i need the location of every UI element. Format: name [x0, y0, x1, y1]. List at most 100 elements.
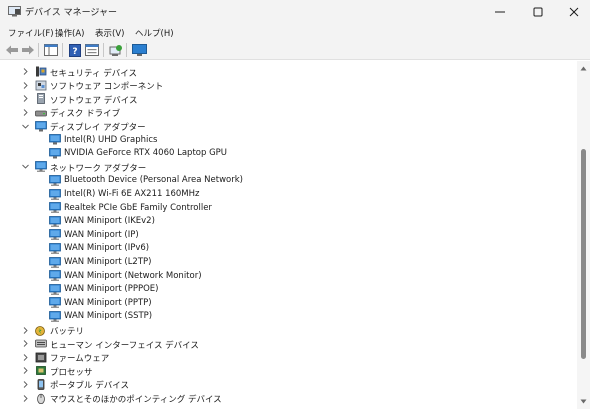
- portable-device-icon: [35, 379, 47, 390]
- menu-bar: ファイル(F) 操作(A) 表示(V) ヘルプ(H): [0, 24, 590, 40]
- tree-device[interactable]: WAN Miniport (IPv6): [0, 242, 577, 256]
- tree-category[interactable]: ソフトウェア デバイス: [0, 92, 577, 106]
- tree-device[interactable]: Intel(R) Wi-Fi 6E AX211 160MHz: [0, 187, 577, 201]
- tree-device[interactable]: WAN Miniport (Network Monitor): [0, 269, 577, 283]
- chevron-right-icon[interactable]: [21, 366, 30, 375]
- tree-item-label: WAN Miniport (PPTP): [64, 297, 152, 308]
- tree-item-label: ディスク ドライブ: [50, 109, 121, 120]
- tree-device[interactable]: WAN Miniport (IP): [0, 228, 577, 242]
- tree-item-label: プロセッサ: [50, 367, 93, 378]
- tree-category[interactable]: ディスク ドライブ: [0, 106, 577, 120]
- tree-category[interactable]: バッテリ: [0, 323, 577, 337]
- scan-hardware-button[interactable]: [108, 42, 124, 58]
- scroll-up-icon[interactable]: [580, 65, 587, 72]
- tree-category[interactable]: ネットワーク アダプター: [0, 160, 577, 174]
- close-icon: [569, 7, 579, 17]
- tree-item-label: WAN Miniport (Network Monitor): [64, 270, 202, 281]
- properties-button[interactable]: [84, 42, 100, 58]
- toolbar-separator: [62, 43, 63, 57]
- show-hide-console-tree-button[interactable]: [43, 42, 59, 58]
- tree-item-label: ヒューマン インターフェイス デバイス: [50, 340, 199, 351]
- chevron-right-icon[interactable]: [21, 81, 30, 90]
- chevron-right-icon[interactable]: [21, 108, 30, 117]
- disk-drive-icon: [35, 107, 47, 118]
- menu-file[interactable]: ファイル(F): [8, 27, 54, 39]
- chevron-right-icon[interactable]: [21, 94, 30, 103]
- chevron-right-icon[interactable]: [21, 67, 30, 76]
- tree-item-label: Intel(R) UHD Graphics: [64, 134, 158, 145]
- network-adapter-icon: [49, 215, 61, 227]
- chevron-down-icon[interactable]: [21, 162, 30, 171]
- mouse-icon: [35, 393, 47, 404]
- tree-device[interactable]: Realtek PCIe GbE Family Controller: [0, 201, 577, 215]
- tree-category[interactable]: ヒューマン インターフェイス デバイス: [0, 337, 577, 351]
- tree-item-label: ネットワーク アダプター: [50, 163, 147, 174]
- tree-device[interactable]: WAN Miniport (PPTP): [0, 296, 577, 310]
- tree-item-label: マウスとそのほかのポインティング デバイス: [50, 394, 222, 405]
- network-adapter-icon: [49, 229, 61, 241]
- help-button[interactable]: ?: [67, 42, 83, 58]
- chevron-right-icon[interactable]: [21, 380, 30, 389]
- tree-device[interactable]: WAN Miniport (IKEv2): [0, 215, 577, 229]
- tree-device[interactable]: WAN Miniport (SSTP): [0, 310, 577, 324]
- chevron-right-icon[interactable]: [21, 326, 30, 335]
- tree-item-label: NVIDIA GeForce RTX 4060 Laptop GPU: [64, 148, 228, 159]
- tree-category[interactable]: ポータブル デバイス: [0, 378, 577, 392]
- title-bar: デバイス マネージャー: [0, 0, 590, 24]
- monitor-button[interactable]: [131, 42, 147, 58]
- network-adapter-icon: [49, 202, 61, 213]
- processor-icon: [35, 365, 47, 376]
- toolbar-separator: [38, 43, 39, 57]
- tree-device[interactable]: Bluetooth Device (Personal Area Network): [0, 174, 577, 188]
- tree-category[interactable]: マウスとそのほかのポインティング デバイス: [0, 391, 577, 405]
- forward-arrow-icon: [22, 45, 34, 55]
- tree-item-label: Intel(R) Wi-Fi 6E AX211 160MHz: [64, 188, 200, 199]
- network-adapter-icon: [49, 283, 61, 295]
- tree-device[interactable]: Intel(R) UHD Graphics: [0, 133, 577, 147]
- tree-item-label: WAN Miniport (PPPOE): [64, 284, 159, 295]
- tree-category[interactable]: セキュリティ デバイス: [0, 65, 577, 79]
- window-title: デバイス マネージャー: [25, 8, 117, 18]
- back-button[interactable]: [4, 42, 20, 58]
- tree-device[interactable]: WAN Miniport (L2TP): [0, 255, 577, 269]
- tree-item-label: Realtek PCIe GbE Family Controller: [64, 202, 212, 213]
- tree-item-label: バッテリ: [50, 326, 85, 337]
- network-adapter-icon: [49, 243, 61, 254]
- network-adapter-icon: [49, 311, 61, 322]
- software-component-icon: [35, 80, 47, 91]
- tree-item-label: WAN Miniport (L2TP): [64, 256, 152, 267]
- toolbar: ?: [0, 40, 590, 60]
- toolbar-separator: [103, 43, 104, 57]
- tree-category[interactable]: ディスプレイ アダプター: [0, 119, 577, 133]
- scrollbar-thumb[interactable]: [581, 149, 586, 359]
- battery-icon: [35, 325, 47, 336]
- chevron-right-icon[interactable]: [21, 339, 30, 348]
- menu-action[interactable]: 操作(A): [55, 27, 84, 39]
- menu-view[interactable]: 表示(V): [95, 27, 124, 39]
- network-adapter-icon: [35, 161, 47, 173]
- tree-item-label: WAN Miniport (SSTP): [64, 311, 153, 322]
- device-manager-icon: [8, 6, 21, 17]
- device-tree: セキュリティ デバイス ソフトウェア コンポーネント ソフトウェア デバイスディスク…: [0, 61, 577, 409]
- tree-device[interactable]: NVIDIA GeForce RTX 4060 Laptop GPU: [0, 147, 577, 161]
- tree-category[interactable]: ファームウェア: [0, 351, 577, 365]
- forward-button[interactable]: [20, 42, 36, 58]
- tree-item-label: WAN Miniport (IPv6): [64, 243, 150, 254]
- chevron-right-icon[interactable]: [21, 394, 30, 403]
- tree-category[interactable]: ソフトウェア コンポーネント: [0, 79, 577, 93]
- help-icon: ?: [69, 43, 81, 57]
- display-adapter-icon: [49, 134, 61, 145]
- scroll-down-icon[interactable]: [580, 398, 587, 405]
- chevron-right-icon[interactable]: [21, 353, 30, 362]
- chevron-down-icon[interactable]: [21, 122, 30, 131]
- close-button[interactable]: [552, 0, 590, 24]
- tree-device[interactable]: WAN Miniport (PPPOE): [0, 283, 577, 297]
- back-arrow-icon: [6, 45, 18, 55]
- tree-item-label: WAN Miniport (IKEv2): [64, 216, 155, 227]
- security-device-icon: [35, 66, 47, 77]
- menu-help[interactable]: ヘルプ(H): [135, 27, 174, 39]
- tree-item-label: ファームウェア: [50, 354, 110, 365]
- vertical-scrollbar[interactable]: [577, 61, 590, 409]
- tree-item-label: Bluetooth Device (Personal Area Network): [64, 175, 243, 186]
- tree-category[interactable]: プロセッサ: [0, 364, 577, 378]
